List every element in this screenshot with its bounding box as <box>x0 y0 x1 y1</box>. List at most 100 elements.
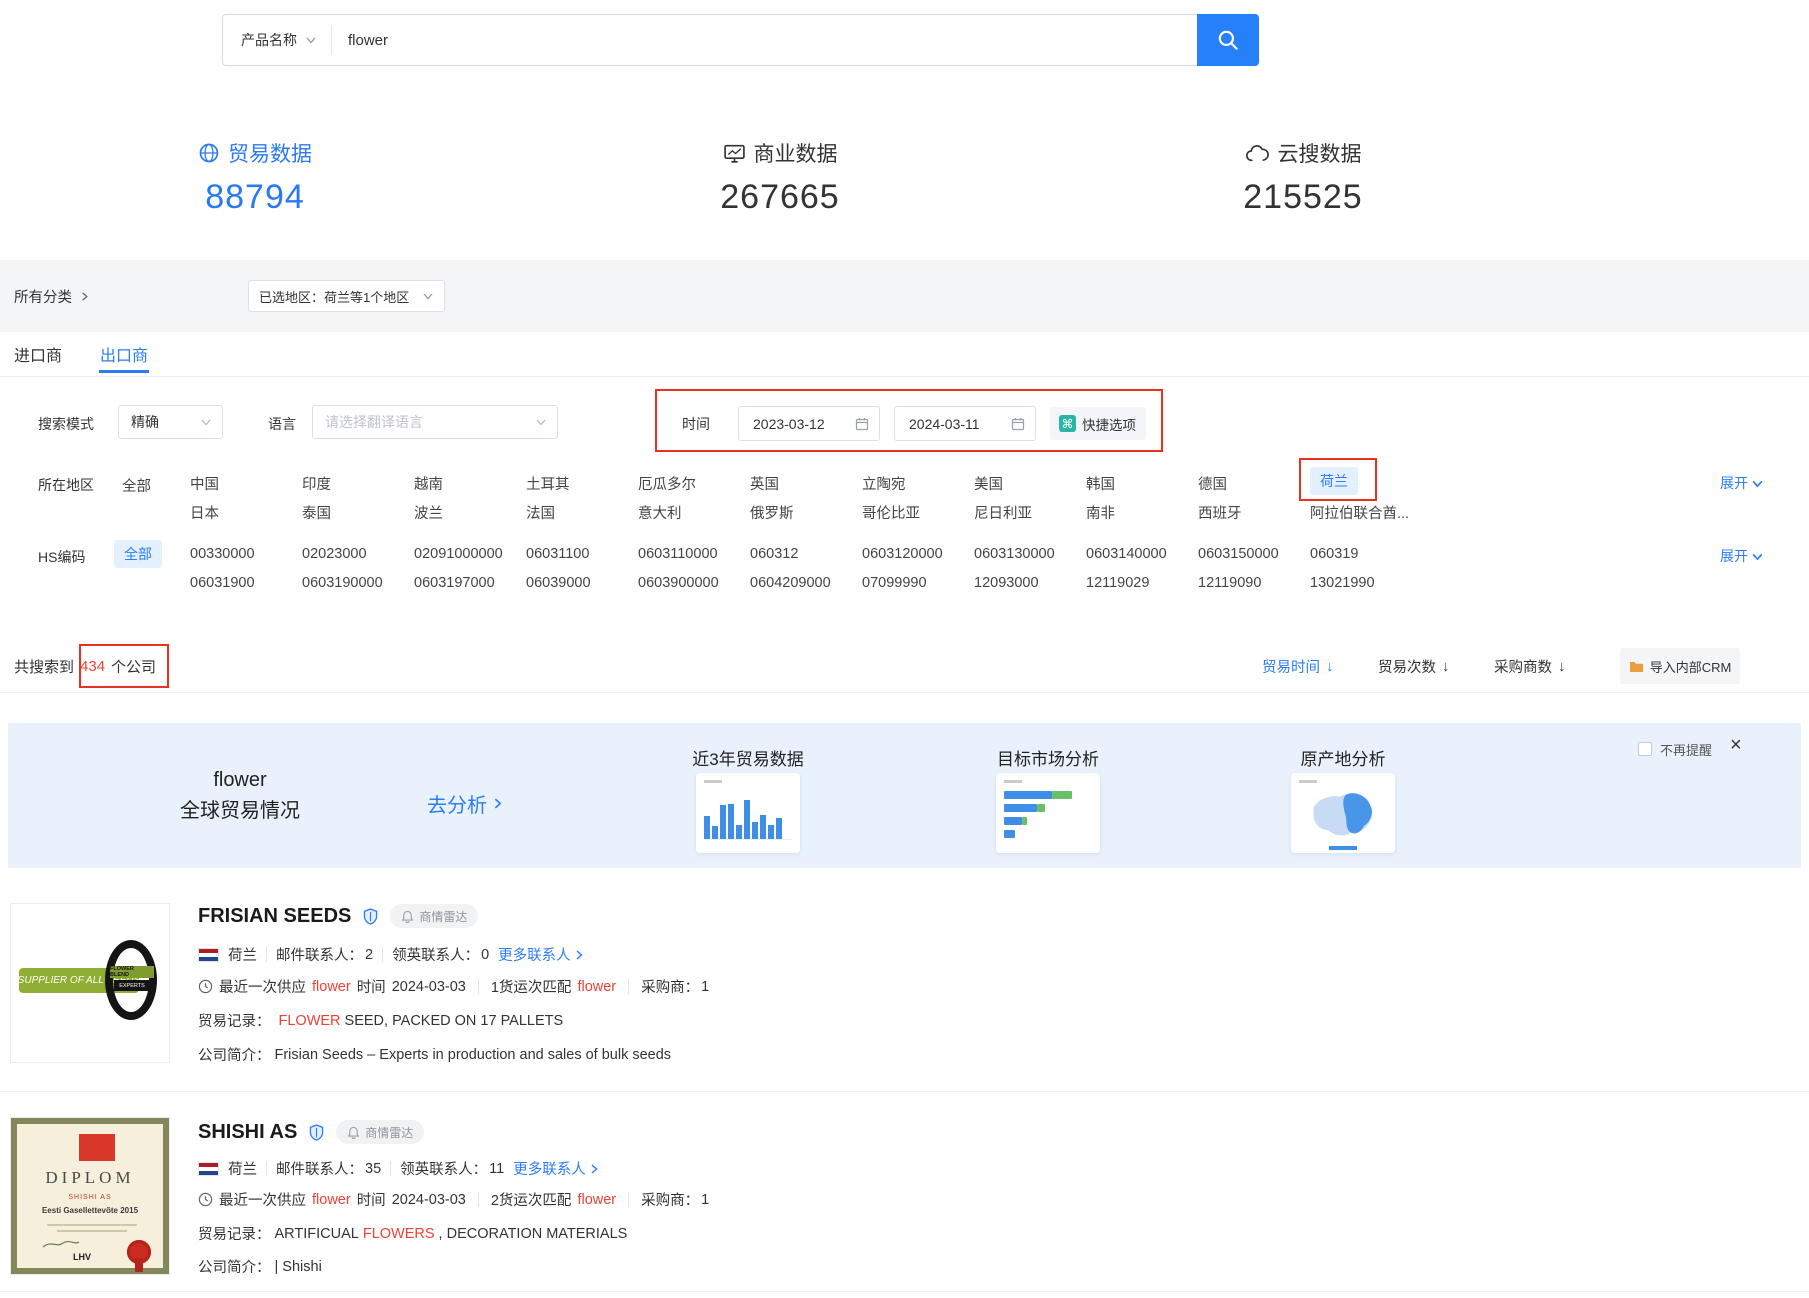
region-item[interactable]: 印度 <box>302 473 414 494</box>
region-item[interactable]: 立陶宛 <box>862 473 974 494</box>
linkedin-contacts: 领英联系人：11 <box>400 1158 504 1179</box>
company-logo[interactable]: SUPPLIER OF ALL SEEDS FLOWER BLEND EXPER… <box>10 903 170 1063</box>
hs-code-item[interactable]: 02091000000 <box>414 546 526 562</box>
stat-business-data[interactable]: 商业数据 267665 <box>670 138 890 217</box>
stat-trade-data[interactable]: 贸易数据 88794 <box>145 138 365 217</box>
sort-trade-count[interactable]: 贸易次数 ↓ <box>1378 656 1450 677</box>
region-item[interactable]: 英国 <box>750 473 862 494</box>
more-contacts-link[interactable]: 更多联系人 <box>498 944 585 965</box>
hs-code-item[interactable]: 060319 <box>1310 546 1422 562</box>
search-mode-select[interactable]: 精确 <box>118 405 223 439</box>
import-crm-button[interactable]: 导入内部CRM <box>1620 648 1740 684</box>
hs-code-item[interactable]: 02023000 <box>302 546 414 562</box>
bell-icon <box>401 910 414 923</box>
sort-buyer-count[interactable]: 采购商数 ↓ <box>1494 656 1566 677</box>
date-from-input[interactable]: 2023-03-12 <box>738 406 880 441</box>
region-item[interactable]: 俄罗斯 <box>750 502 862 523</box>
company-name[interactable]: SHISHI AS <box>198 1121 297 1144</box>
selected-region-dropdown[interactable]: 已选地区：荷兰等1个地区 <box>248 280 445 312</box>
origin-map-thumbnail[interactable] <box>1291 773 1395 853</box>
region-item[interactable]: 厄瓜多尔 <box>638 473 750 494</box>
hs-code-item[interactable]: 13021990 <box>1310 575 1422 591</box>
search-icon <box>1216 28 1240 52</box>
hs-all-option[interactable]: 全部 <box>114 540 162 568</box>
company-logo[interactable]: DIPLOM SHISHI AS Eesti Gasellettevõte 20… <box>10 1117 170 1275</box>
hs-code-item[interactable]: 00330000 <box>190 546 302 562</box>
hs-code-item[interactable]: 0603150000 <box>1198 546 1310 562</box>
trade-bar-chart-thumbnail[interactable] <box>696 773 800 853</box>
date-to-input[interactable]: 2024-03-11 <box>894 406 1036 441</box>
hs-code-item[interactable]: 12119090 <box>1198 575 1310 591</box>
hs-code-item[interactable]: 0604209000 <box>750 575 862 591</box>
expand-label: 展开 <box>1720 473 1748 493</box>
quick-options-button[interactable]: ⌘ 快捷选项 <box>1050 407 1146 440</box>
more-contacts-link[interactable]: 更多联系人 <box>513 1158 600 1179</box>
search-input[interactable] <box>332 16 1258 64</box>
region-all-option[interactable]: 全部 <box>122 475 151 496</box>
hs-code-item[interactable]: 0603110000 <box>638 546 750 562</box>
company-name[interactable]: FRISIAN SEEDS <box>198 905 351 928</box>
hs-code-item[interactable]: 06031900 <box>190 575 302 591</box>
search-button[interactable] <box>1197 14 1259 66</box>
command-icon: ⌘ <box>1059 415 1076 432</box>
results-count-number: 434 <box>80 658 105 675</box>
market-analysis-thumbnail[interactable] <box>996 773 1100 853</box>
banner-keyword: flower <box>140 765 340 796</box>
region-item[interactable]: 越南 <box>414 473 526 494</box>
hs-code-item[interactable]: 0603197000 <box>414 575 526 591</box>
region-item[interactable]: 日本 <box>190 502 302 523</box>
buyer-count: 采购商：1 <box>641 1189 709 1210</box>
hs-code-item[interactable]: 0603130000 <box>974 546 1086 562</box>
region-item[interactable]: 美国 <box>974 473 1086 494</box>
region-item[interactable]: 法国 <box>526 502 638 523</box>
business-radar-badge[interactable]: 商情雷达 <box>390 904 478 928</box>
language-select[interactable]: 请选择翻译语言 <box>312 405 558 439</box>
dismiss-checkbox[interactable] <box>1638 742 1652 756</box>
record-text: SEED, PACKED ON 17 PALLETS <box>345 1013 564 1029</box>
region-item[interactable]: 南非 <box>1086 502 1198 523</box>
close-icon[interactable]: × <box>1730 734 1742 757</box>
region-item[interactable]: 尼日利亚 <box>974 502 1086 523</box>
hs-code-item[interactable]: 06031100 <box>526 546 638 562</box>
hs-code-item[interactable]: 12119029 <box>1086 575 1198 591</box>
hs-code-item[interactable]: 0603190000 <box>302 575 414 591</box>
hs-code-item[interactable]: 06039000 <box>526 575 638 591</box>
region-item[interactable]: 韩国 <box>1086 473 1198 494</box>
region-item[interactable]: 中国 <box>190 473 302 494</box>
sort-trade-time[interactable]: 贸易时间 ↓ <box>1262 656 1334 677</box>
region-item-selected[interactable]: 荷兰 <box>1310 467 1358 495</box>
arrow-down-icon: ↓ <box>1326 658 1334 675</box>
search-category-dropdown[interactable]: 产品名称 <box>223 25 332 55</box>
hs-expand-link[interactable]: 展开 <box>1720 546 1764 566</box>
region-item[interactable]: 哥伦比亚 <box>862 502 974 523</box>
hs-code-item[interactable]: 0603140000 <box>1086 546 1198 562</box>
mini-hbar-row <box>1004 804 1092 812</box>
category-bar: 所有分类 已选地区：荷兰等1个地区 <box>0 260 1809 332</box>
region-item[interactable]: 泰国 <box>302 502 414 523</box>
diploma-subtitle: Eesti Gasellettevõte 2015 <box>17 1206 163 1215</box>
hs-code-item[interactable]: 0603900000 <box>638 575 750 591</box>
region-item[interactable]: 土耳其 <box>526 473 638 494</box>
region-item[interactable]: 波兰 <box>414 502 526 523</box>
tab-exporter[interactable]: 出口商 <box>100 342 148 366</box>
region-item[interactable]: 德国 <box>1198 473 1310 494</box>
stat-cloud-search-data[interactable]: 云搜数据 215525 <box>1193 138 1413 217</box>
hs-code-item[interactable]: 07099990 <box>862 575 974 591</box>
time-label: 时间 <box>682 414 710 434</box>
company-title-row: FRISIAN SEEDS 商情雷达 <box>198 904 478 928</box>
signature-graphic <box>41 1238 81 1250</box>
tab-importer[interactable]: 进口商 <box>14 342 62 366</box>
chevron-right-icon <box>79 291 90 302</box>
sort-label: 贸易次数 <box>1378 656 1436 677</box>
hs-code-item[interactable]: 12093000 <box>974 575 1086 591</box>
analyze-link[interactable]: 去分析 <box>427 789 504 818</box>
region-expand-link[interactable]: 展开 <box>1720 473 1764 493</box>
region-item[interactable]: 西班牙 <box>1198 502 1310 523</box>
hs-code-item[interactable]: 0603120000 <box>862 546 974 562</box>
hs-code-item[interactable]: 060312 <box>750 546 862 562</box>
region-item[interactable]: 阿拉伯联合酋... <box>1310 502 1422 523</box>
business-radar-badge[interactable]: 商情雷达 <box>336 1120 424 1144</box>
breadcrumb[interactable]: 所有分类 <box>14 286 90 307</box>
region-item[interactable]: 意大利 <box>638 502 750 523</box>
trade-record-row: 贸易记录： FLOWER SEED, PACKED ON 17 PALLETS <box>198 1010 563 1031</box>
